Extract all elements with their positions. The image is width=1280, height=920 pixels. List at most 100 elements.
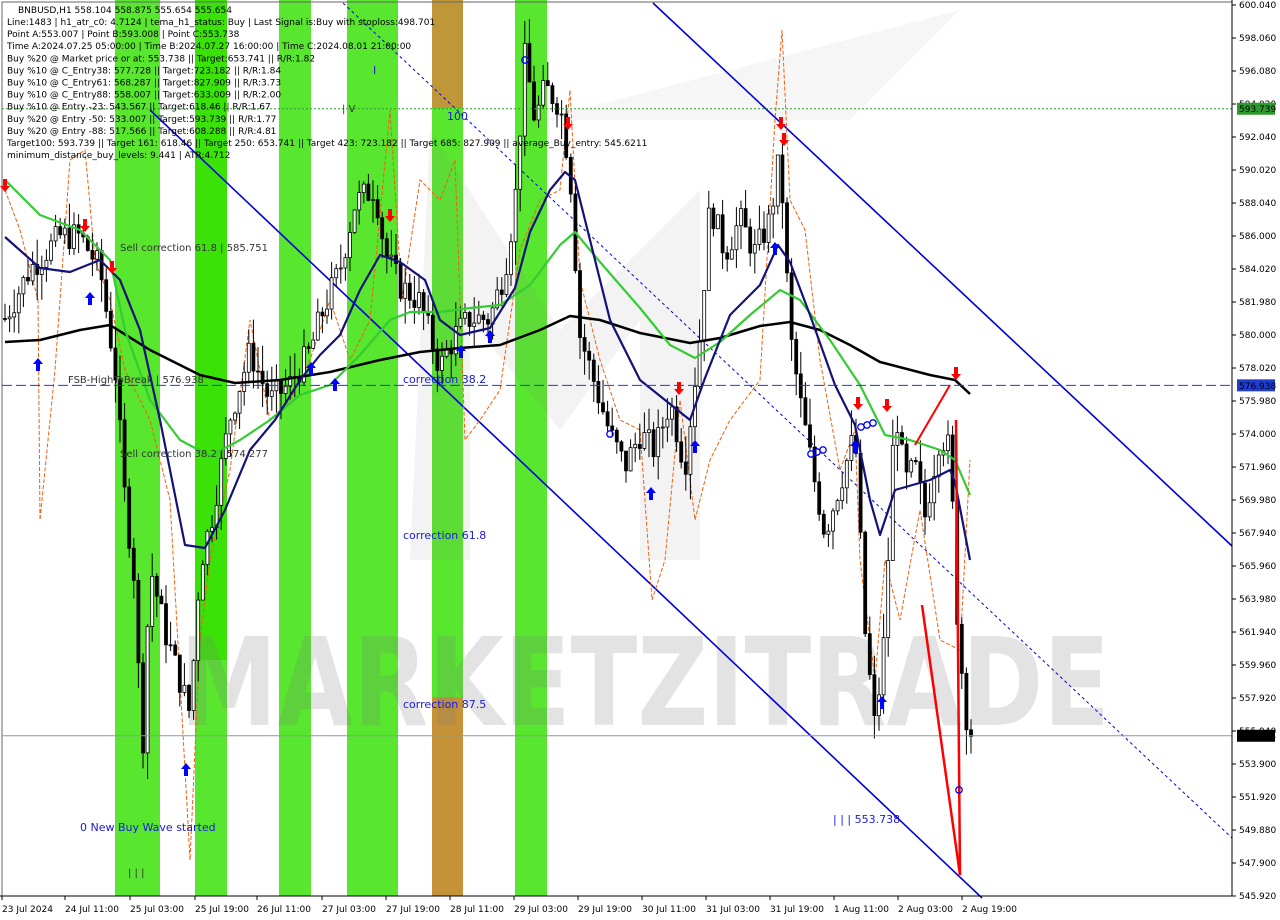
candle-body: [798, 373, 803, 399]
candle-body: [283, 385, 288, 394]
candle-body: [246, 342, 251, 373]
wave-iv-label: | V: [342, 104, 356, 115]
candle-body: [154, 575, 159, 597]
x-tick-label: 29 Jul 03:00: [514, 905, 568, 915]
candle-body: [536, 104, 541, 121]
candle-body: [348, 232, 352, 259]
candle-body: [605, 411, 610, 427]
y-tick-label: 580.000: [1239, 331, 1276, 341]
candle-body: [913, 460, 918, 463]
candle-body: [614, 429, 619, 443]
candle-body: [150, 575, 155, 627]
y-tick-label: 590.020: [1239, 166, 1276, 176]
candle-body: [177, 654, 182, 693]
price-chart: MARKETZITRADE Sell correction 61.8 | 585…: [0, 0, 1280, 920]
candle-body: [872, 674, 877, 716]
candle-body: [361, 183, 366, 194]
candle-body: [647, 429, 651, 433]
candle-body: [559, 113, 564, 116]
candle-body: [619, 441, 624, 452]
fsb-tag: 576.938: [1239, 382, 1276, 392]
candle-body: [628, 447, 633, 472]
candle-body: [315, 311, 320, 341]
candle-body: [352, 209, 357, 233]
x-tick-label: 30 Jul 11:00: [642, 905, 696, 915]
y-tick-label: 571.960: [1239, 463, 1276, 473]
candle-body: [182, 684, 187, 693]
x-tick-label: 28 Jul 11:00: [450, 905, 504, 915]
y-tick-label: 596.080: [1239, 67, 1276, 77]
candle-body: [867, 633, 872, 676]
candle-body: [739, 208, 743, 227]
candle-body: [486, 319, 490, 325]
annotations: Sell correction 61.8 | 585.751 Sell corre…: [68, 64, 900, 879]
candle-body: [927, 502, 932, 518]
candle-body: [417, 292, 421, 308]
candle-body: [403, 282, 408, 299]
candle-body: [950, 434, 955, 502]
candle-body: [389, 254, 394, 258]
candle-body: [591, 359, 596, 382]
candle-body: [651, 429, 656, 458]
candle-body: [44, 259, 49, 268]
price-levels: [2, 108, 1232, 876]
candle-body: [766, 213, 771, 243]
y-tick-label: 559.960: [1239, 661, 1276, 671]
y-tick-label: 588.040: [1239, 199, 1276, 209]
candle-body: [785, 202, 789, 274]
candle-body: [164, 603, 168, 646]
candle-body: [545, 80, 550, 87]
correction-618-label: correction 61.8: [403, 529, 486, 542]
candle-body: [656, 427, 661, 458]
candle-body: [141, 662, 145, 754]
candle-body: [936, 454, 941, 477]
candle-body: [205, 530, 210, 566]
buy-arrow-icon: [181, 763, 191, 776]
y-tick-label: 553.900: [1239, 760, 1276, 770]
sell-arrow-icon: [853, 397, 863, 410]
orange-band: [432, 0, 463, 108]
candle-body: [219, 458, 224, 506]
candle-body: [578, 270, 582, 338]
candle-body: [26, 277, 30, 282]
y-tick-label: 551.920: [1239, 793, 1276, 803]
candle-body: [251, 342, 256, 372]
candle-body: [904, 443, 909, 473]
candle-body: [90, 250, 95, 260]
candle-body: [959, 623, 964, 674]
candle-body: [187, 684, 191, 711]
candle-body: [697, 341, 702, 387]
candle-body: [803, 397, 808, 426]
candle-body: [674, 406, 679, 443]
symbol-line: BNBUSD,H1 558.104 558.875 555.654 555.65…: [18, 6, 232, 16]
candle-body: [720, 214, 725, 254]
candle-body: [444, 349, 449, 357]
candle-body: [771, 205, 776, 215]
candle-body: [440, 355, 444, 371]
candle-body: [343, 257, 348, 269]
sell-correction-382-label: Sell correction 38.2 | 574.277: [120, 449, 268, 460]
price-axis: 600.040598.060596.080594.020592.040590.0…: [1231, 0, 1280, 920]
candle-body: [104, 279, 109, 312]
candle-body: [946, 434, 950, 451]
info-line: Buy %20 @ Entry -50: 533.007 || Target:5…: [7, 115, 276, 125]
x-tick-label: 2 Aug 03:00: [898, 905, 953, 915]
x-tick-label: 31 Jul 03:00: [706, 905, 760, 915]
candle-body: [228, 419, 233, 435]
candle-body: [384, 238, 389, 258]
candle-body: [168, 644, 173, 647]
candle-body: [421, 292, 426, 312]
candle-body: [895, 432, 900, 446]
candle-body: [499, 289, 504, 295]
candle-body: [541, 80, 546, 106]
candle-body: [108, 310, 113, 349]
candle-body: [3, 318, 7, 320]
candle-body: [449, 349, 454, 355]
candle-body: [311, 339, 316, 349]
candle-body: [918, 461, 923, 484]
candle-body: [743, 208, 748, 228]
x-tick-label: 31 Jul 19:00: [770, 905, 824, 915]
candle-body: [808, 424, 812, 448]
y-tick-label: 598.060: [1239, 34, 1276, 44]
info-line: Buy %20 @ Entry -88: 517.566 || Target:6…: [7, 127, 276, 137]
